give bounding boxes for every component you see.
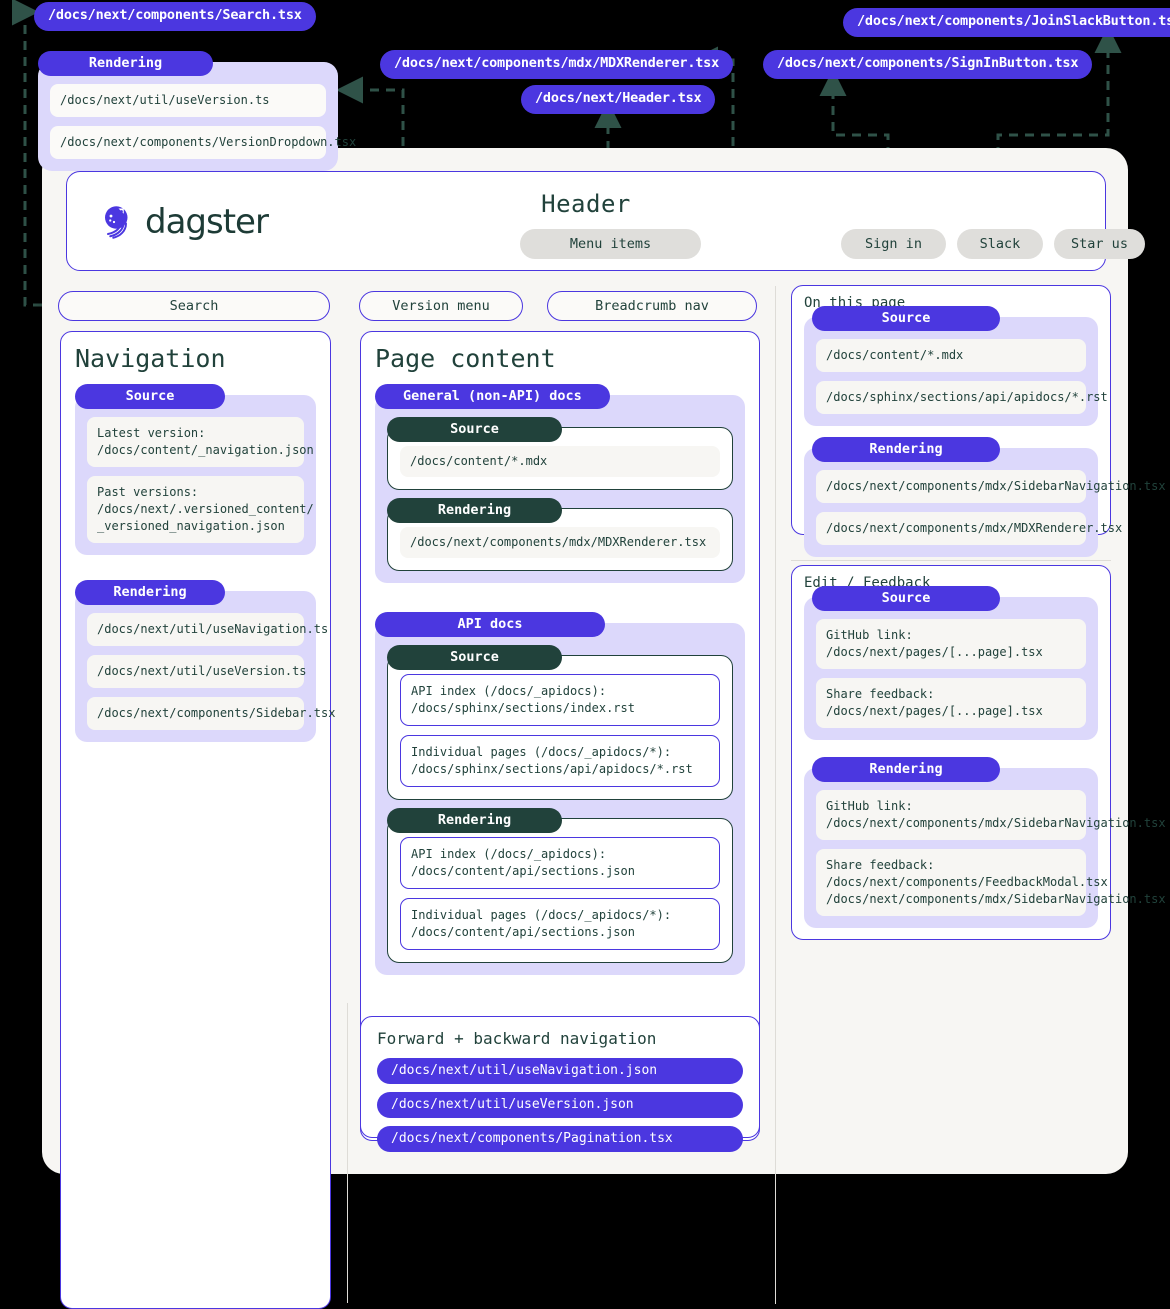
on-this-page-source-group: Source /docs/content/*.mdx /docs/sphinx/… bbox=[804, 306, 1108, 427]
slack-button[interactable]: Slack bbox=[957, 229, 1043, 259]
callout-joinslack-button-tsx: /docs/next/components/JoinSlackButton.ts… bbox=[843, 8, 1170, 37]
navigation-panel-title: Navigation bbox=[75, 344, 226, 373]
on-this-page-source-item: /docs/content/*.mdx bbox=[816, 339, 1086, 373]
general-docs-tab: General (non-API) docs bbox=[375, 384, 610, 409]
callout-mdx-renderer-tsx: /docs/next/components/mdx/MDXRenderer.ts… bbox=[380, 50, 734, 79]
page-content-panel-title: Page content bbox=[375, 344, 556, 373]
navigation-rendering-item: /docs/next/util/useNavigation.ts bbox=[87, 613, 328, 647]
version-menu-lozenge[interactable]: Version menu bbox=[359, 291, 523, 321]
general-docs-source-tab: Source bbox=[387, 417, 562, 442]
pagination-row: /docs/next/util/useNavigation.json bbox=[377, 1058, 743, 1084]
navigation-source-item: Latest version: /docs/content/_navigatio… bbox=[87, 417, 314, 468]
api-docs-rendering-item: API index (/docs/_apidocs): /docs/conten… bbox=[400, 837, 720, 890]
on-this-page-rendering-group: Rendering /docs/next/components/mdx/Side… bbox=[804, 437, 1166, 558]
navigation-source-tab: Source bbox=[75, 384, 225, 409]
general-docs-source-item: /docs/content/*.mdx bbox=[400, 446, 720, 478]
general-docs-rendering-tab: Rendering bbox=[387, 498, 562, 524]
callout-version-rendering-group: Rendering /docs/next/util/useVersion.ts … bbox=[38, 51, 356, 172]
on-this-page-source-item: /docs/sphinx/sections/api/apidocs/*.rst bbox=[816, 381, 1108, 415]
header-band: Header dagster Menu items Sign in Slack … bbox=[66, 171, 1145, 271]
star-us-button[interactable]: Star us bbox=[1054, 229, 1145, 259]
right-column-divider bbox=[791, 560, 1111, 561]
callout-header-tsx: /docs/next/Header.tsx bbox=[521, 85, 716, 114]
on-this-page-rendering-tab: Rendering bbox=[812, 437, 1000, 463]
app-window: Header dagster Menu items Sign in Slack … bbox=[42, 148, 1166, 1309]
menu-items-button[interactable]: Menu items bbox=[520, 229, 701, 259]
api-docs-tab: API docs bbox=[375, 612, 605, 638]
api-docs-source-item: API index (/docs/_apidocs): /docs/sphinx… bbox=[400, 674, 720, 727]
pagination-rows: /docs/next/util/useNavigation.json /docs… bbox=[377, 1058, 743, 1152]
pagination-row: /docs/next/util/useVersion.json bbox=[377, 1092, 743, 1118]
navigation-panel: Navigation Source Latest version: /docs/… bbox=[60, 331, 335, 1309]
on-this-page-rendering-item: /docs/next/components/mdx/SidebarNavigat… bbox=[816, 470, 1166, 504]
navigation-rendering-tab: Rendering bbox=[75, 580, 225, 606]
api-docs-group: API docs Source API index (/docs/_apidoc… bbox=[375, 612, 745, 976]
on-this-page-panel: On this page Source /docs/content/*.mdx … bbox=[791, 285, 1166, 558]
api-docs-rendering-card: Rendering API index (/docs/_apidocs): /d… bbox=[387, 808, 733, 964]
edit-feedback-rendering-item: GitHub link: /docs/next/components/mdx/S… bbox=[816, 790, 1166, 841]
api-docs-rendering-tab: Rendering bbox=[387, 808, 562, 834]
api-docs-source-tab: Source bbox=[387, 645, 562, 671]
sign-in-button[interactable]: Sign in bbox=[841, 229, 946, 259]
dagster-wordmark: dagster bbox=[145, 202, 269, 242]
callout-search-tsx: /docs/next/components/Search.tsx bbox=[34, 2, 316, 31]
general-docs-rendering-item: /docs/next/components/mdx/MDXRenderer.ts… bbox=[400, 527, 720, 559]
edit-feedback-source-tab: Source bbox=[812, 586, 1000, 611]
callout-version-tab: Rendering bbox=[38, 51, 213, 76]
edit-feedback-rendering-group: Rendering GitHub link: /docs/next/compon… bbox=[804, 757, 1166, 929]
callout-version-item: /docs/next/util/useVersion.ts bbox=[50, 84, 326, 118]
edit-feedback-source-item: GitHub link: /docs/next/pages/[...page].… bbox=[816, 619, 1086, 670]
general-docs-source-card: Source /docs/content/*.mdx bbox=[387, 417, 733, 491]
pagination-row: /docs/next/components/Pagination.tsx bbox=[377, 1126, 743, 1152]
dagster-logo: dagster bbox=[99, 202, 269, 242]
navigation-rendering-item: /docs/next/util/useVersion.ts bbox=[87, 655, 307, 689]
general-docs-rendering-card: Rendering /docs/next/components/mdx/MDXR… bbox=[387, 498, 733, 572]
column-divider bbox=[775, 286, 776, 1304]
api-docs-source-item: Individual pages (/docs/_apidocs/*): /do… bbox=[400, 735, 720, 788]
edit-feedback-rendering-tab: Rendering bbox=[812, 757, 1000, 783]
navigation-rendering-item: /docs/next/components/Sidebar.tsx bbox=[87, 697, 335, 731]
center-left-divider bbox=[347, 1003, 348, 1303]
navigation-source-group: Source Latest version: /docs/content/_na… bbox=[75, 384, 316, 556]
navigation-source-item: Past versions: /docs/next/.versioned_con… bbox=[87, 476, 314, 544]
edit-feedback-source-item: Share feedback: /docs/next/pages/[...pag… bbox=[816, 678, 1086, 729]
api-docs-rendering-item: Individual pages (/docs/_apidocs/*): /do… bbox=[400, 898, 720, 951]
callout-version-item: /docs/next/components/VersionDropdown.ts… bbox=[50, 126, 356, 160]
navigation-rendering-group: Rendering /docs/next/util/useNavigation.… bbox=[75, 580, 335, 743]
edit-feedback-source-group: Source GitHub link: /docs/next/pages/[..… bbox=[804, 586, 1098, 741]
general-docs-group: General (non-API) docs Source /docs/cont… bbox=[375, 384, 745, 584]
edit-feedback-panel: Edit / Feedback Source GitHub link: /doc… bbox=[791, 565, 1166, 940]
pagination-panel-title: Forward + backward navigation bbox=[377, 1029, 657, 1048]
on-this-page-source-tab: Source bbox=[812, 306, 1000, 331]
api-docs-source-card: Source API index (/docs/_apidocs): /docs… bbox=[387, 645, 733, 801]
callout-signin-button-tsx: /docs/next/components/SignInButton.tsx bbox=[763, 50, 1093, 79]
dagster-whale-icon bbox=[105, 206, 128, 239]
breadcrumb-nav-lozenge[interactable]: Breadcrumb nav bbox=[547, 291, 757, 321]
pagination-panel: Forward + backward navigation /docs/next… bbox=[360, 1016, 760, 1152]
search-lozenge[interactable]: Search bbox=[58, 291, 330, 321]
on-this-page-rendering-item: /docs/next/components/mdx/MDXRenderer.ts… bbox=[816, 512, 1122, 546]
edit-feedback-rendering-item: Share feedback: /docs/next/components/Fe… bbox=[816, 849, 1166, 917]
